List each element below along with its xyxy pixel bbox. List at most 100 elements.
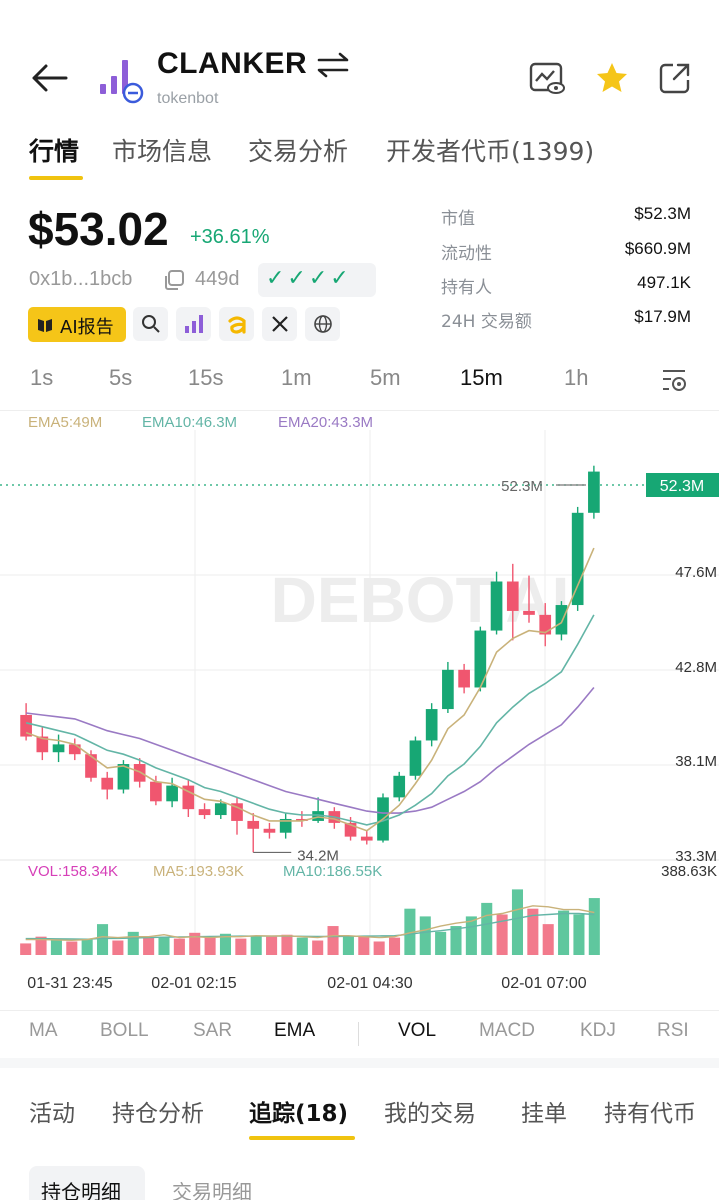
timeframe-1h[interactable]: 1h (564, 365, 588, 391)
chart-settings-button[interactable] (648, 364, 694, 398)
volume-bar (127, 931, 139, 955)
bars-logo-icon (184, 315, 203, 333)
tab-my-trades[interactable]: 我的交易 (384, 1094, 476, 1128)
tab-holding-analysis[interactable]: 持仓分析 (112, 1094, 204, 1128)
volume-bar (158, 936, 170, 955)
tab-underline (249, 1136, 355, 1140)
volume-bar (558, 910, 570, 955)
candle-body (198, 809, 211, 816)
ai-report-button[interactable]: AI报告 (28, 307, 126, 342)
search-chip[interactable] (133, 307, 168, 341)
volume-bar (342, 936, 354, 955)
candle-body (68, 744, 81, 755)
volume-bar (373, 941, 385, 955)
vol-legend: VOL:158.34K (28, 863, 119, 880)
volume-bar (481, 902, 493, 955)
swap-button[interactable] (312, 50, 354, 80)
bars-logo-chip[interactable] (176, 307, 211, 341)
a-logo-chip[interactable] (219, 307, 254, 341)
sub-tab-transactions[interactable]: 交易明细 (160, 1166, 276, 1200)
price-change: +36.61% (190, 226, 270, 248)
candle-body (247, 820, 260, 829)
stat-value: 497.1K (637, 273, 691, 292)
token-name: CLANKER (157, 47, 308, 80)
volume-bar (266, 936, 278, 955)
candle-body (133, 764, 146, 782)
timeframe-5s[interactable]: 5s (109, 365, 132, 391)
volume-bar (235, 938, 247, 955)
x-tick-label: 02-01 04:30 (327, 975, 413, 992)
tab-dev-tokens[interactable]: 开发者代币(1399) (386, 132, 594, 168)
volume-bar (450, 926, 462, 955)
x-logo-chip[interactable] (262, 307, 297, 341)
stat-label: 市值 (441, 209, 475, 229)
timeframe-tabs: 1s 5s 15s 1m 5m 15m 1h (0, 365, 719, 399)
book-icon (38, 319, 52, 332)
timeframe-15m[interactable]: 15m (460, 365, 503, 391)
volume-bar (173, 938, 185, 955)
sub-tab-positions[interactable]: 持仓明细 (29, 1166, 145, 1200)
timeframe-1m[interactable]: 1m (281, 365, 312, 391)
y-tick-label: 47.6M (675, 564, 717, 581)
globe-chip[interactable] (305, 307, 340, 341)
timeframe-1s[interactable]: 1s (30, 365, 53, 391)
volume-bar (96, 924, 109, 955)
favorite-button[interactable] (592, 58, 632, 98)
volume-bar (419, 916, 431, 955)
arrow-left-icon (32, 64, 68, 92)
candle-body (555, 605, 568, 635)
volume-bar (250, 935, 262, 955)
stat-value: $52.3M (634, 204, 691, 223)
timeframe-15s[interactable]: 15s (188, 365, 223, 391)
indicator-vol[interactable]: VOL (398, 1020, 436, 1042)
indicator-ema[interactable]: EMA (274, 1020, 315, 1042)
vol-ma5-legend: MA5:193.93K (153, 863, 244, 880)
candle-body (360, 836, 373, 841)
vol-ma10-legend: MA10:186.55K (283, 863, 383, 880)
indicator-sar[interactable]: SAR (193, 1020, 232, 1042)
price-chart[interactable]: DEBOT.AI52.3M52.3M47.6M42.8M38.1M33.3M34… (0, 410, 719, 1010)
back-button[interactable] (28, 58, 72, 98)
contract-address[interactable]: 0x1b...1bcb (29, 268, 132, 291)
share-button[interactable] (656, 60, 694, 96)
indicator-boll[interactable]: BOLL (100, 1020, 149, 1042)
volume-bar (143, 937, 155, 955)
tab-tracking[interactable]: 追踪(18) (249, 1094, 348, 1128)
token-age: 449d (195, 268, 240, 290)
candle-body (458, 669, 470, 688)
tab-market-info[interactable]: 市场信息 (112, 132, 212, 168)
indicator-divider-top (0, 1010, 719, 1011)
tab-market[interactable]: 行情 (29, 132, 79, 168)
timeframe-5m[interactable]: 5m (370, 365, 401, 391)
bottom-tabs: 活动 持仓分析 追踪(18) 我的交易 挂单 持有代币 (0, 1092, 719, 1142)
copy-icon[interactable] (162, 268, 186, 292)
tab-holdings[interactable]: 持有代币 (604, 1094, 696, 1128)
indicator-ma[interactable]: MA (29, 1020, 58, 1042)
volume-bar (388, 937, 401, 955)
indicator-tabs: MA BOLL SAR EMA VOL MACD KDJ RSI (0, 1020, 719, 1050)
tab-orders[interactable]: 挂单 (521, 1094, 567, 1128)
indicator-kdj[interactable]: KDJ (580, 1020, 616, 1042)
chart-settings-icon (663, 370, 686, 391)
volume-bar (296, 937, 308, 955)
stat-label: 流动性 (441, 244, 492, 264)
globe-icon (313, 315, 332, 333)
volume-bar (204, 937, 216, 955)
tab-trade-analysis[interactable]: 交易分析 (248, 132, 348, 168)
security-checks: ✓✓✓✓ (258, 263, 376, 297)
volume-bar (281, 934, 293, 955)
indicator-separator (358, 1022, 359, 1046)
indicator-macd[interactable]: MACD (479, 1020, 535, 1042)
token-logo-icon (100, 60, 144, 104)
candle-body (393, 775, 406, 798)
stat-label: 24H 交易额 (441, 312, 532, 332)
x-tick-label: 01-31 23:45 (27, 975, 113, 992)
tab-activity[interactable]: 活动 (29, 1094, 75, 1128)
candle-body (523, 610, 535, 615)
share-icon (659, 63, 690, 94)
x-tick-label: 02-01 07:00 (501, 975, 587, 992)
top-tabs: 行情 市场信息 交易分析 开发者代币(1399) (0, 130, 719, 180)
chart-watch-button[interactable] (527, 60, 567, 96)
indicator-rsi[interactable]: RSI (657, 1020, 689, 1042)
current-price-tag-text: 52.3M (660, 478, 704, 495)
